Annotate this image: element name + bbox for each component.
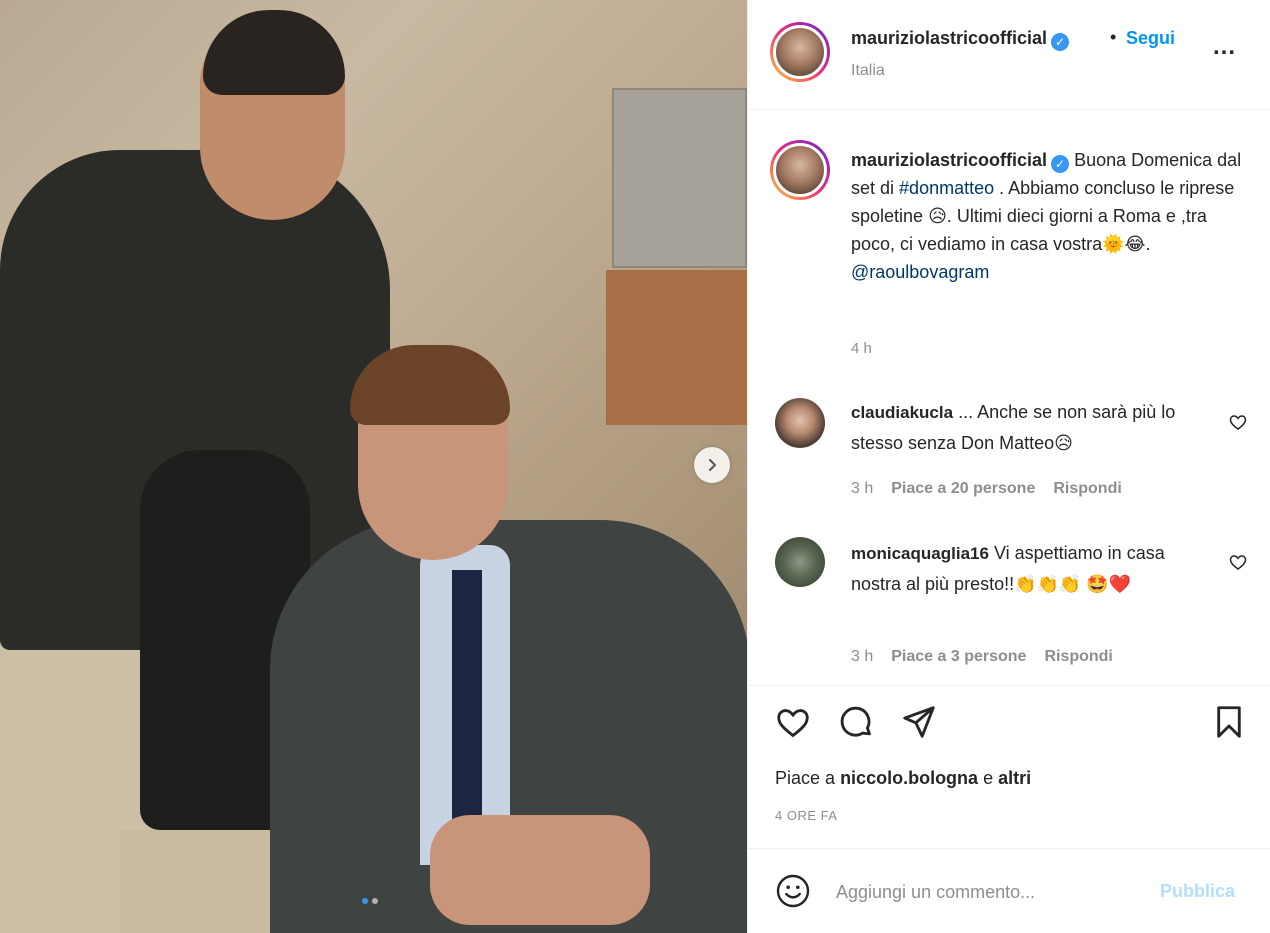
man-in-jacket-hair: [203, 10, 345, 95]
caption-text-4: .: [1145, 234, 1151, 254]
reply-button[interactable]: Rispondi: [1044, 648, 1112, 665]
bookmark-icon[interactable]: [1210, 703, 1248, 741]
comment: claudiakucla ... Anche se non sarà più l…: [851, 397, 1211, 458]
comment-time[interactable]: 3 h: [851, 648, 873, 665]
post-side-panel: mauriziolastricoofficial ✓ • Segui Italia…: [747, 0, 1270, 933]
post-caption: mauriziolastricoofficial ✓ Buona Domenica…: [851, 146, 1251, 286]
share-icon[interactable]: [900, 703, 938, 741]
caption-username[interactable]: mauriziolastricoofficial: [851, 150, 1047, 170]
carousel-dot: [372, 898, 378, 904]
carousel-dot-active: [362, 898, 368, 904]
caption-emoji-1: 😥: [928, 206, 947, 226]
comment-emoji: 👏👏👏 🤩❤️: [1014, 574, 1132, 594]
liked-by-user-link[interactable]: niccolo.bologna: [840, 768, 978, 788]
commenter-avatar[interactable]: [775, 537, 825, 587]
comment-like-heart-icon[interactable]: [1228, 552, 1248, 572]
comment-likes[interactable]: Piace a 3 persone: [891, 648, 1026, 665]
liked-by-others-link[interactable]: altri: [998, 768, 1031, 788]
heart-icon[interactable]: [774, 703, 812, 741]
comment-time[interactable]: 3 h: [851, 480, 873, 497]
caption-time[interactable]: 4 h: [851, 340, 872, 357]
post-location[interactable]: Italia: [851, 62, 885, 80]
wall-stone-relief: [612, 88, 747, 268]
comment-like-heart-icon[interactable]: [1228, 412, 1248, 432]
add-comment-bar: Pubblica: [748, 848, 1270, 933]
likes-conj: e: [983, 768, 994, 788]
likes-summary: Piace a niccolo.bologna e altri: [775, 768, 1031, 789]
post-actions: Piace a niccolo.bologna e altri 4 ORE FA: [748, 685, 1270, 865]
comment: monicaquaglia16 Vi aspettiamo in casa no…: [851, 538, 1211, 599]
publish-button[interactable]: Pubblica: [1160, 881, 1235, 902]
carousel-dots: [362, 898, 378, 904]
comment-emoji: 😥: [1054, 433, 1073, 453]
comment-username[interactable]: monicaquaglia16: [851, 544, 989, 563]
comment-meta: 3 h Piace a 3 persone Rispondi: [851, 648, 1131, 666]
verified-badge-icon: ✓: [1051, 155, 1070, 173]
more-options-icon[interactable]: ...: [1213, 33, 1236, 61]
hashtag-link[interactable]: #donmatteo: [899, 178, 994, 198]
post-timestamp[interactable]: 4 ORE FA: [775, 808, 838, 823]
post-photo[interactable]: [0, 0, 747, 933]
caption-author-avatar[interactable]: [770, 140, 830, 200]
follow-button[interactable]: Segui: [1126, 28, 1175, 49]
caption-emoji-2: 🌞😂: [1102, 234, 1146, 254]
comment-meta: 3 h Piace a 20 persone Rispondi: [851, 480, 1140, 498]
reply-button[interactable]: Rispondi: [1053, 480, 1121, 497]
author-username-wrap: mauriziolastricoofficial ✓: [851, 28, 1070, 51]
comment-input[interactable]: [836, 877, 1136, 907]
comment-likes[interactable]: Piace a 20 persone: [891, 480, 1035, 497]
emoji-icon[interactable]: [775, 873, 811, 909]
post-header: mauriziolastricoofficial ✓ • Segui Italia…: [748, 0, 1270, 110]
likes-prefix: Piace a: [775, 768, 836, 788]
separator-dot: •: [1110, 27, 1117, 47]
verified-badge-icon: ✓: [1051, 33, 1070, 51]
chevron-right-icon: [709, 459, 716, 471]
next-photo-button[interactable]: [694, 447, 730, 483]
comment-icon[interactable]: [837, 703, 875, 741]
commenter-avatar[interactable]: [775, 398, 825, 448]
author-avatar[interactable]: [770, 22, 830, 82]
clasped-hands: [430, 815, 650, 925]
wall-brick-patch: [606, 270, 747, 425]
comment-username[interactable]: claudiakucla: [851, 403, 953, 422]
author-username[interactable]: mauriziolastricoofficial: [851, 28, 1047, 48]
mention-link[interactable]: @raoulbovagram: [851, 262, 989, 282]
